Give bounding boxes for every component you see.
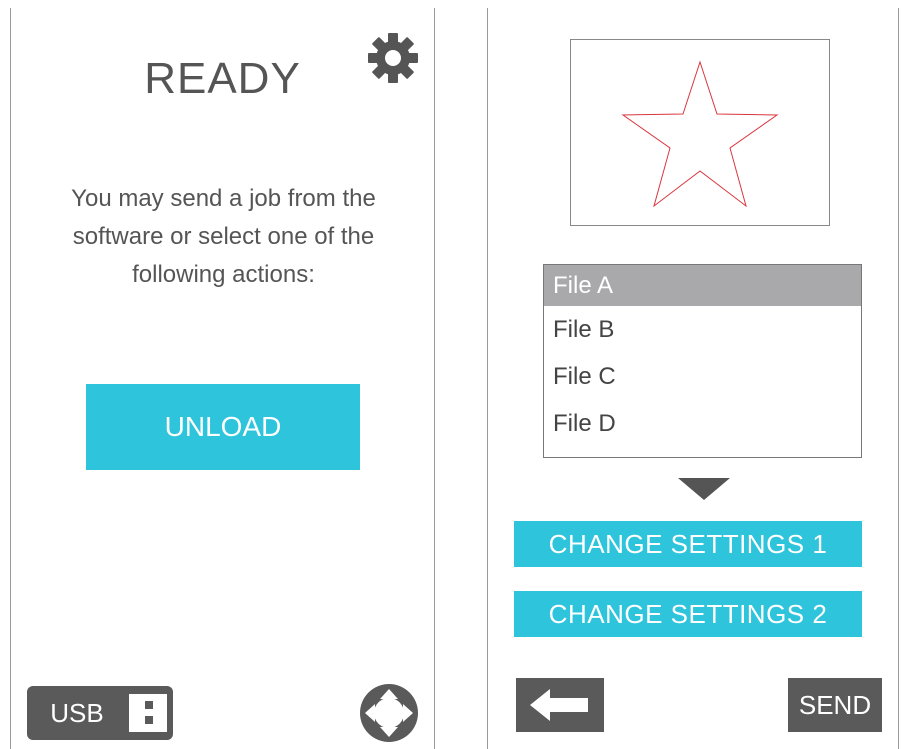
- list-item[interactable]: File C: [544, 353, 861, 400]
- list-item[interactable]: File A: [544, 265, 861, 306]
- gear-icon[interactable]: [367, 32, 419, 84]
- change-settings-2-button[interactable]: CHANGE SETTINGS 2: [514, 591, 862, 637]
- change-settings-1-button[interactable]: CHANGE SETTINGS 1: [514, 521, 862, 567]
- star-icon: [621, 60, 779, 208]
- list-item[interactable]: File D: [544, 400, 861, 447]
- job-screen: File A File B File C File D CHANGE SETTI…: [487, 8, 899, 749]
- instruction-message: You may send a job from the software or …: [71, 185, 376, 288]
- back-button[interactable]: [516, 678, 604, 732]
- back-arrow-icon: [530, 689, 588, 721]
- usb-connector-icon: [129, 694, 167, 732]
- job-preview: [570, 39, 830, 226]
- chevron-down-icon[interactable]: [678, 478, 730, 500]
- list-item[interactable]: File B: [544, 306, 861, 353]
- unload-button[interactable]: UNLOAD: [86, 384, 360, 470]
- ready-screen: READY You may send a job from the softwa…: [10, 8, 435, 749]
- usb-label: USB: [50, 697, 104, 728]
- file-list[interactable]: File A File B File C File D: [543, 264, 862, 458]
- dpad-icon[interactable]: [360, 684, 418, 742]
- usb-status-badge[interactable]: USB: [27, 686, 173, 740]
- send-button[interactable]: SEND: [788, 678, 882, 732]
